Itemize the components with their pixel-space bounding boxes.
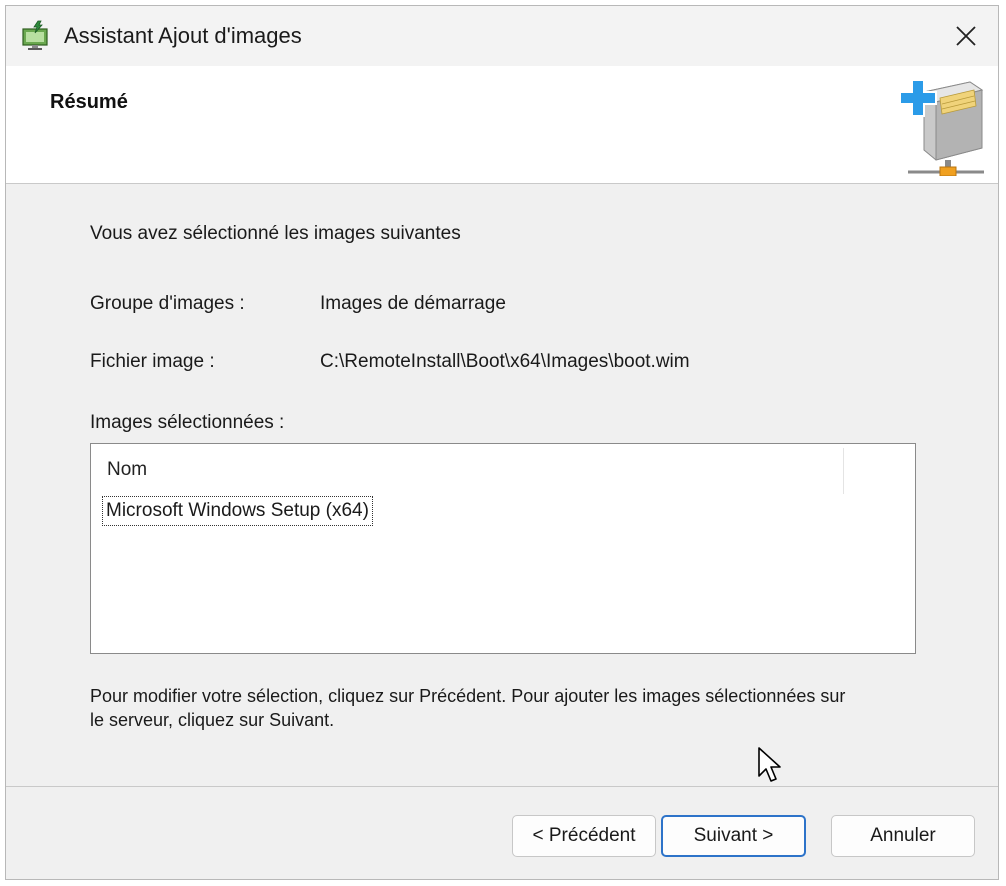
close-button[interactable]: [934, 6, 998, 66]
selected-images-list[interactable]: Nom Microsoft Windows Setup (x64): [90, 443, 916, 654]
file-label: Fichier image :: [90, 351, 215, 372]
window-title: Assistant Ajout d'images: [64, 23, 302, 48]
column-separator[interactable]: [843, 448, 844, 494]
wizard-window: Assistant Ajout d'images Résumé Vous ave…: [5, 5, 999, 880]
summary-content: Vous avez sélectionné les images suivant…: [6, 184, 998, 786]
add-image-box-icon: [899, 79, 984, 176]
previous-button[interactable]: < Précédent: [512, 815, 656, 857]
list-item[interactable]: Microsoft Windows Setup (x64): [102, 496, 373, 526]
group-label: Groupe d'images :: [90, 293, 245, 314]
column-header-name[interactable]: Nom: [107, 459, 147, 481]
title-bar: Assistant Ajout d'images: [6, 6, 998, 66]
mouse-pointer-icon: [758, 747, 781, 782]
monitor-download-icon: [22, 20, 48, 50]
wizard-header: Résumé: [6, 66, 998, 184]
next-button[interactable]: Suivant >: [661, 815, 806, 857]
button-bar: < Précédent Suivant > Annuler: [6, 786, 998, 879]
file-value: C:\RemoteInstall\Boot\x64\Images\boot.wi…: [320, 351, 690, 372]
close-icon: [956, 26, 976, 46]
intro-text: Vous avez sélectionné les images suivant…: [90, 223, 461, 244]
page-title: Résumé: [50, 91, 128, 113]
selected-images-label: Images sélectionnées :: [90, 412, 285, 433]
group-value: Images de démarrage: [320, 293, 506, 314]
cancel-button[interactable]: Annuler: [831, 815, 975, 857]
info-text: Pour modifier votre sélection, cliquez s…: [90, 686, 846, 730]
